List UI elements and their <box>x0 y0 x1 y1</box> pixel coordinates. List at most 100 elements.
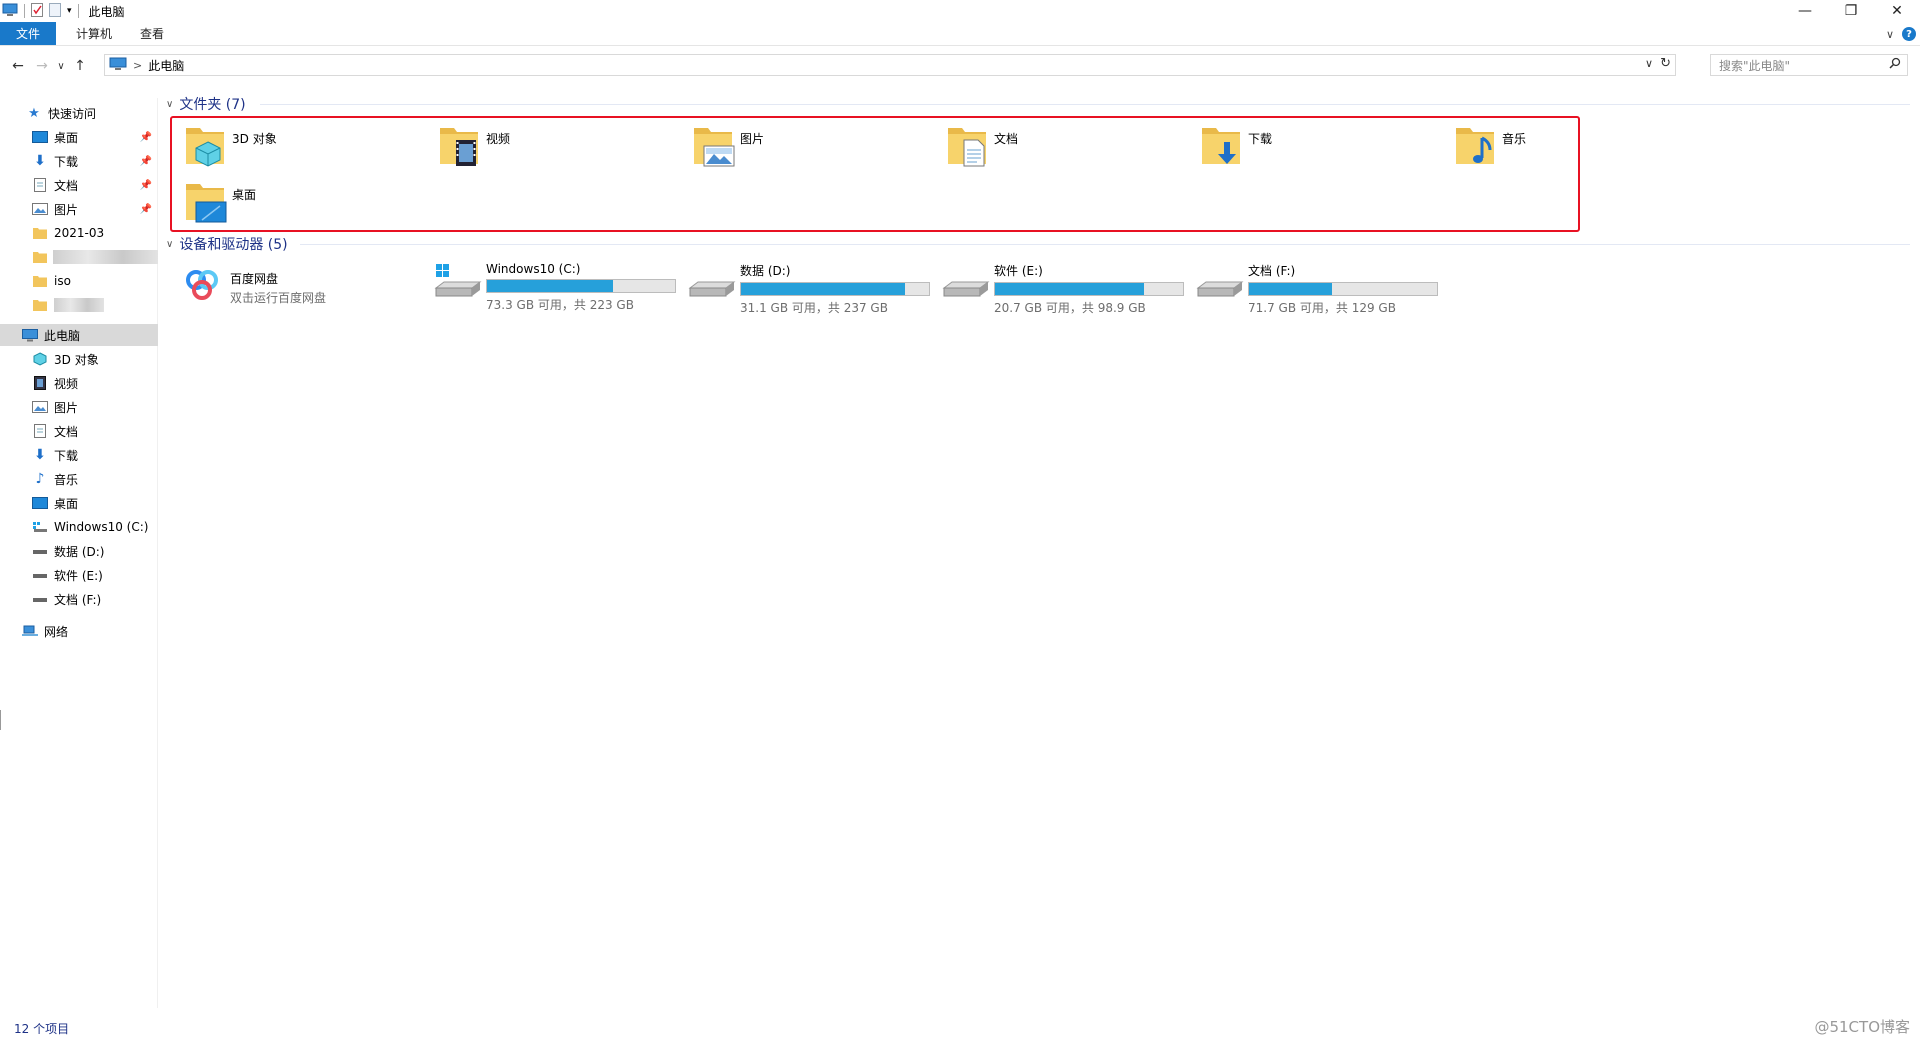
drive-c-tile[interactable]: Windows10 (C:) 73.3 GB 可用，共 223 GB <box>434 258 684 314</box>
sidebar-item-downloads[interactable]: ⬇ 下载 📌 <box>0 150 158 172</box>
baidu-netdisk-item[interactable]: 百度网盘 双击运行百度网盘 <box>182 264 412 320</box>
sidebar-item-label: 图片 <box>54 202 79 217</box>
close-button[interactable]: ✕ <box>1874 0 1920 22</box>
sidebar-item-drive-d[interactable]: 数据 (D:) <box>0 540 158 562</box>
search-icon[interactable] <box>1889 57 1901 72</box>
sidebar-item-pictures[interactable]: 图片 <box>0 396 158 418</box>
sidebar-item-label: 快速访问 <box>48 106 97 121</box>
drive-f-tile[interactable]: 文档 (F:) 71.7 GB 可用，共 129 GB <box>1196 258 1446 315</box>
address-bar[interactable]: > 此电脑 ∨ ↻ <box>104 54 1676 76</box>
document-icon <box>32 177 48 193</box>
sidebar-item-label: Windows10 (C:) <box>54 520 149 534</box>
chevron-down-icon[interactable]: ∨ <box>166 99 173 110</box>
pin-icon: 📌 <box>139 203 152 215</box>
sidebar-item-iso[interactable]: iso <box>0 270 158 292</box>
sidebar-item-pictures[interactable]: 图片 📌 <box>0 198 158 220</box>
search-input[interactable]: 搜索"此电脑" <box>1710 54 1908 76</box>
navigation-pane: ★ 快速访问 桌面 📌 ⬇ 下载 📌 文档 📌 图片 📌 2021-03 iso <box>0 98 158 1008</box>
sidebar-item-videos[interactable]: 视频 <box>0 372 158 394</box>
sidebar-item-blurred-folder[interactable] <box>0 246 158 268</box>
breadcrumb-this-pc[interactable]: 此电脑 <box>148 57 184 74</box>
quick-access-toolbar: ▾ 此电脑 <box>0 0 125 22</box>
sidebar-item-label: 文档 <box>54 424 79 439</box>
sidebar-item-desktop[interactable]: 桌面 📌 <box>0 126 158 148</box>
redacted-label <box>54 298 104 312</box>
address-dropdown-icon[interactable]: ∨ <box>1645 57 1653 70</box>
sidebar-item-documents[interactable]: 文档 <box>0 420 158 442</box>
sidebar-item-quick-access[interactable]: ★ 快速访问 <box>0 102 158 124</box>
sidebar-item-folder-2021-03[interactable]: 2021-03 <box>0 222 158 244</box>
sidebar-item-music[interactable]: ♪ 音乐 <box>0 468 158 490</box>
tab-file[interactable]: 文件 <box>0 22 57 45</box>
picture-icon <box>32 399 48 415</box>
help-icon[interactable]: ? <box>1902 27 1916 41</box>
sidebar-item-desktop[interactable]: 桌面 <box>0 492 158 514</box>
system-drive-icon <box>32 519 48 535</box>
computer-icon <box>22 327 38 343</box>
window-controls: — ❐ ✕ <box>1782 0 1920 22</box>
drive-icon <box>942 258 990 306</box>
sidebar-item-documents[interactable]: 文档 📌 <box>0 174 158 196</box>
download-arrow-icon: ⬇ <box>34 447 46 463</box>
navigation-bar: ← → ∨ ↑ > 此电脑 ∨ ↻ 搜索"此电脑" <box>0 52 1920 80</box>
sidebar-item-drive-f[interactable]: 文档 (F:) <box>0 588 158 610</box>
restore-button[interactable]: ❐ <box>1828 0 1874 22</box>
chevron-down-icon[interactable]: ∨ <box>166 239 173 250</box>
tab-computer[interactable]: 计算机 <box>62 22 126 45</box>
sidebar-item-network[interactable]: 网络 <box>0 620 158 642</box>
sidebar-item-label: 2021-03 <box>54 226 105 240</box>
group-divider <box>260 104 1910 105</box>
baidu-netdisk-subtitle: 双击运行百度网盘 <box>230 291 327 305</box>
up-arrow-icon[interactable]: ↑ <box>68 54 92 78</box>
pin-icon: 📌 <box>139 155 152 167</box>
group-divider <box>300 244 1910 245</box>
sidebar-item-label: 下载 <box>54 448 79 463</box>
minimize-button[interactable]: — <box>1782 0 1828 22</box>
forward-arrow-icon[interactable]: → <box>30 54 54 78</box>
drive-e-tile[interactable]: 软件 (E:) 20.7 GB 可用，共 98.9 GB <box>942 258 1192 315</box>
sidebar-item-label: 下载 <box>54 154 79 169</box>
breadcrumb-separator-icon[interactable]: > <box>133 59 142 72</box>
new-folder-icon[interactable] <box>49 2 61 20</box>
toolbar-divider <box>77 4 79 18</box>
sidebar-item-downloads[interactable]: ⬇ 下载 <box>0 444 158 466</box>
download-arrow-icon: ⬇ <box>34 153 46 169</box>
group-header-label: 设备和驱动器 (5) <box>179 237 288 253</box>
computer-icon[interactable] <box>2 3 18 20</box>
drive-usage-fill <box>487 280 613 292</box>
recent-locations-chevron-icon[interactable]: ∨ <box>54 54 68 78</box>
drive-info: 文档 (F:) 71.7 GB 可用，共 129 GB <box>1248 258 1438 315</box>
baidu-netdisk-name: 百度网盘 <box>230 272 279 286</box>
sidebar-item-label: 桌面 <box>54 130 79 145</box>
drive-free-space: 71.7 GB 可用，共 129 GB <box>1248 301 1396 315</box>
sidebar-item-label: 图片 <box>54 400 79 415</box>
sidebar-item-label: 此电脑 <box>44 328 81 343</box>
group-header-folders[interactable]: ∨ 文件夹 (7) <box>166 94 246 114</box>
sidebar-item-this-pc[interactable]: 此电脑 <box>0 324 158 346</box>
ribbon-right-controls: ∨ ? <box>1886 22 1916 46</box>
sidebar-item-drive-c[interactable]: Windows10 (C:) <box>0 516 158 538</box>
toolbar-divider <box>24 4 25 18</box>
back-arrow-icon[interactable]: ← <box>6 54 30 78</box>
properties-icon[interactable] <box>31 2 43 20</box>
customize-dropdown-icon[interactable]: ▾ <box>67 6 72 16</box>
desktop-icon <box>32 129 48 145</box>
sidebar-item-label: iso <box>54 274 71 288</box>
group-header-devices[interactable]: ∨ 设备和驱动器 (5) <box>166 234 288 254</box>
drive-d-tile[interactable]: 数据 (D:) 31.1 GB 可用，共 237 GB <box>688 258 938 315</box>
sidebar-item-blurred-folder[interactable] <box>0 294 158 316</box>
drive-name: 数据 (D:) <box>740 264 791 278</box>
tab-view[interactable]: 查看 <box>126 22 178 45</box>
refresh-icon[interactable]: ↻ <box>1660 56 1671 71</box>
watermark: @51CTO博客 <box>1814 1018 1910 1036</box>
sidebar-item-label: 音乐 <box>54 472 79 487</box>
sidebar-item-label: 文档 <box>54 178 79 193</box>
sidebar-item-drive-e[interactable]: 软件 (E:) <box>0 564 158 586</box>
sidebar-item-3d-objects[interactable]: 3D 对象 <box>0 348 158 370</box>
redacted-label <box>53 250 158 264</box>
system-drive-icon <box>434 258 482 306</box>
ribbon-collapse-icon[interactable]: ∨ <box>1886 28 1894 41</box>
folder-icon <box>32 297 48 313</box>
drive-info: 软件 (E:) 20.7 GB 可用，共 98.9 GB <box>994 258 1184 315</box>
drive-icon <box>32 591 48 607</box>
